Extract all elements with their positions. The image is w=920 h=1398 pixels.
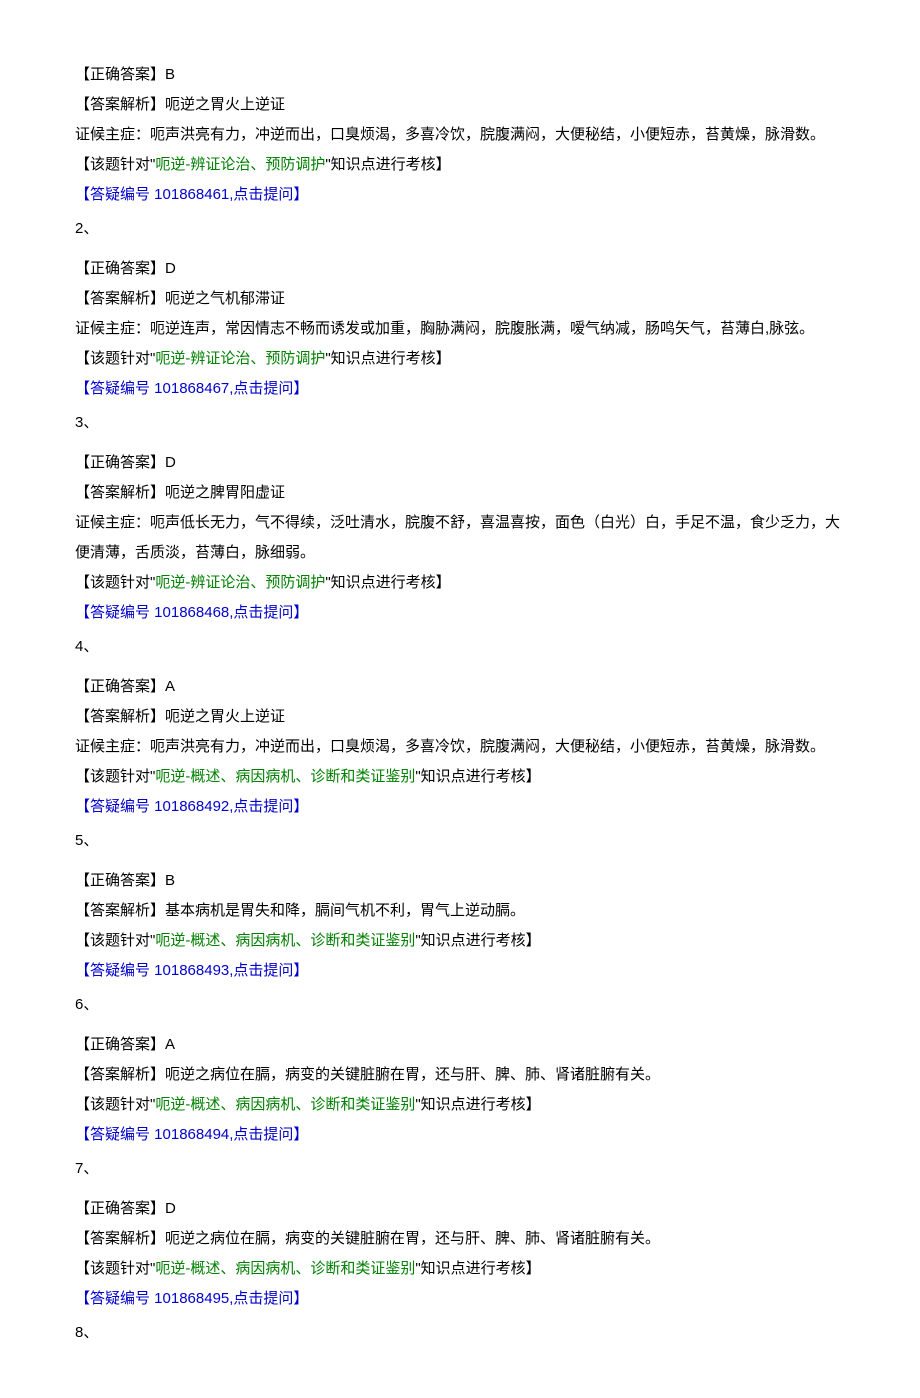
correct-answer: 【正确答案】B <box>75 866 845 896</box>
answer-block: 【正确答案】D【答案解析】呃逆之脾胃阳虚证证候主症：呃声低长无力，气不得续，泛吐… <box>75 448 845 628</box>
topic-line: 【该题针对"呃逆-辨证论治、预防调护"知识点进行考核】 <box>75 344 845 374</box>
analysis-head: 【答案解析】呃逆之脾胃阳虚证 <box>75 478 845 508</box>
question-link[interactable]: 【答疑编号 101868461,点击提问】 <box>75 180 845 210</box>
question-link[interactable]: 【答疑编号 101868468,点击提问】 <box>75 598 845 628</box>
topic-suffix: "知识点进行考核】 <box>415 1260 540 1277</box>
topic-line: 【该题针对"呃逆-概述、病因病机、诊断和类证鉴别"知识点进行考核】 <box>75 926 845 956</box>
topic-prefix: 【该题针对" <box>75 1260 155 1277</box>
question-number: 5、 <box>75 826 845 856</box>
topic-suffix: "知识点进行考核】 <box>325 156 450 173</box>
question-number: 2、 <box>75 214 845 244</box>
topic-line: 【该题针对"呃逆-辨证论治、预防调护"知识点进行考核】 <box>75 568 845 598</box>
topic-keyword: 呃逆-辨证论治、预防调护 <box>155 350 325 367</box>
answer-block: 【正确答案】B【答案解析】呃逆之胃火上逆证证候主症：呃声洪亮有力，冲逆而出，口臭… <box>75 60 845 210</box>
topic-prefix: 【该题针对" <box>75 932 155 949</box>
answer-block: 【正确答案】B【答案解析】基本病机是胃失和降，膈间气机不利，胃气上逆动膈。【该题… <box>75 866 845 986</box>
question-link[interactable]: 【答疑编号 101868494,点击提问】 <box>75 1120 845 1150</box>
topic-line: 【该题针对"呃逆-辨证论治、预防调护"知识点进行考核】 <box>75 150 845 180</box>
symptom-text: 证候主症：呃声洪亮有力，冲逆而出，口臭烦渴，多喜冷饮，脘腹满闷，大便秘结，小便短… <box>75 120 845 150</box>
topic-suffix: "知识点进行考核】 <box>415 932 540 949</box>
analysis-head: 【答案解析】呃逆之胃火上逆证 <box>75 90 845 120</box>
question-number: 6、 <box>75 990 845 1020</box>
topic-prefix: 【该题针对" <box>75 350 155 367</box>
correct-answer: 【正确答案】A <box>75 672 845 702</box>
question-link[interactable]: 【答疑编号 101868492,点击提问】 <box>75 792 845 822</box>
question-number: 3、 <box>75 408 845 438</box>
topic-prefix: 【该题针对" <box>75 1096 155 1113</box>
topic-keyword: 呃逆-概述、病因病机、诊断和类证鉴别 <box>155 1096 415 1113</box>
topic-prefix: 【该题针对" <box>75 156 155 173</box>
correct-answer: 【正确答案】D <box>75 1194 845 1224</box>
topic-keyword: 呃逆-辨证论治、预防调护 <box>155 574 325 591</box>
topic-line: 【该题针对"呃逆-概述、病因病机、诊断和类证鉴别"知识点进行考核】 <box>75 762 845 792</box>
answer-block: 【正确答案】D【答案解析】呃逆之病位在膈，病变的关键脏腑在胃，还与肝、脾、肺、肾… <box>75 1194 845 1314</box>
topic-prefix: 【该题针对" <box>75 768 155 785</box>
document-body: 【正确答案】B【答案解析】呃逆之胃火上逆证证候主症：呃声洪亮有力，冲逆而出，口臭… <box>75 60 845 1348</box>
topic-prefix: 【该题针对" <box>75 574 155 591</box>
analysis-head: 【答案解析】基本病机是胃失和降，膈间气机不利，胃气上逆动膈。 <box>75 896 845 926</box>
question-link[interactable]: 【答疑编号 101868467,点击提问】 <box>75 374 845 404</box>
symptom-text: 证候主症：呃逆连声，常因情志不畅而诱发或加重，胸胁满闷，脘腹胀满，嗳气纳减，肠鸣… <box>75 314 845 344</box>
correct-answer: 【正确答案】D <box>75 254 845 284</box>
question-link[interactable]: 【答疑编号 101868493,点击提问】 <box>75 956 845 986</box>
topic-suffix: "知识点进行考核】 <box>325 574 450 591</box>
correct-answer: 【正确答案】B <box>75 60 845 90</box>
topic-line: 【该题针对"呃逆-概述、病因病机、诊断和类证鉴别"知识点进行考核】 <box>75 1254 845 1284</box>
correct-answer: 【正确答案】A <box>75 1030 845 1060</box>
analysis-head: 【答案解析】呃逆之病位在膈，病变的关键脏腑在胃，还与肝、脾、肺、肾诸脏腑有关。 <box>75 1060 845 1090</box>
answer-block: 【正确答案】D【答案解析】呃逆之气机郁滞证证候主症：呃逆连声，常因情志不畅而诱发… <box>75 254 845 404</box>
question-number: 8、 <box>75 1318 845 1348</box>
analysis-head: 【答案解析】呃逆之气机郁滞证 <box>75 284 845 314</box>
question-number: 4、 <box>75 632 845 662</box>
topic-suffix: "知识点进行考核】 <box>415 1096 540 1113</box>
answer-block: 【正确答案】A【答案解析】呃逆之病位在膈，病变的关键脏腑在胃，还与肝、脾、肺、肾… <box>75 1030 845 1150</box>
analysis-head: 【答案解析】呃逆之病位在膈，病变的关键脏腑在胃，还与肝、脾、肺、肾诸脏腑有关。 <box>75 1224 845 1254</box>
topic-keyword: 呃逆-概述、病因病机、诊断和类证鉴别 <box>155 768 415 785</box>
correct-answer: 【正确答案】D <box>75 448 845 478</box>
topic-keyword: 呃逆-概述、病因病机、诊断和类证鉴别 <box>155 1260 415 1277</box>
topic-keyword: 呃逆-辨证论治、预防调护 <box>155 156 325 173</box>
topic-suffix: "知识点进行考核】 <box>415 768 540 785</box>
topic-line: 【该题针对"呃逆-概述、病因病机、诊断和类证鉴别"知识点进行考核】 <box>75 1090 845 1120</box>
question-link[interactable]: 【答疑编号 101868495,点击提问】 <box>75 1284 845 1314</box>
symptom-text: 证候主症：呃声低长无力，气不得续，泛吐清水，脘腹不舒，喜温喜按，面色（白光）白，… <box>75 508 845 568</box>
question-number: 7、 <box>75 1154 845 1184</box>
topic-suffix: "知识点进行考核】 <box>325 350 450 367</box>
topic-keyword: 呃逆-概述、病因病机、诊断和类证鉴别 <box>155 932 415 949</box>
answer-block: 【正确答案】A【答案解析】呃逆之胃火上逆证证候主症：呃声洪亮有力，冲逆而出，口臭… <box>75 672 845 822</box>
analysis-head: 【答案解析】呃逆之胃火上逆证 <box>75 702 845 732</box>
symptom-text: 证候主症：呃声洪亮有力，冲逆而出，口臭烦渴，多喜冷饮，脘腹满闷，大便秘结，小便短… <box>75 732 845 762</box>
